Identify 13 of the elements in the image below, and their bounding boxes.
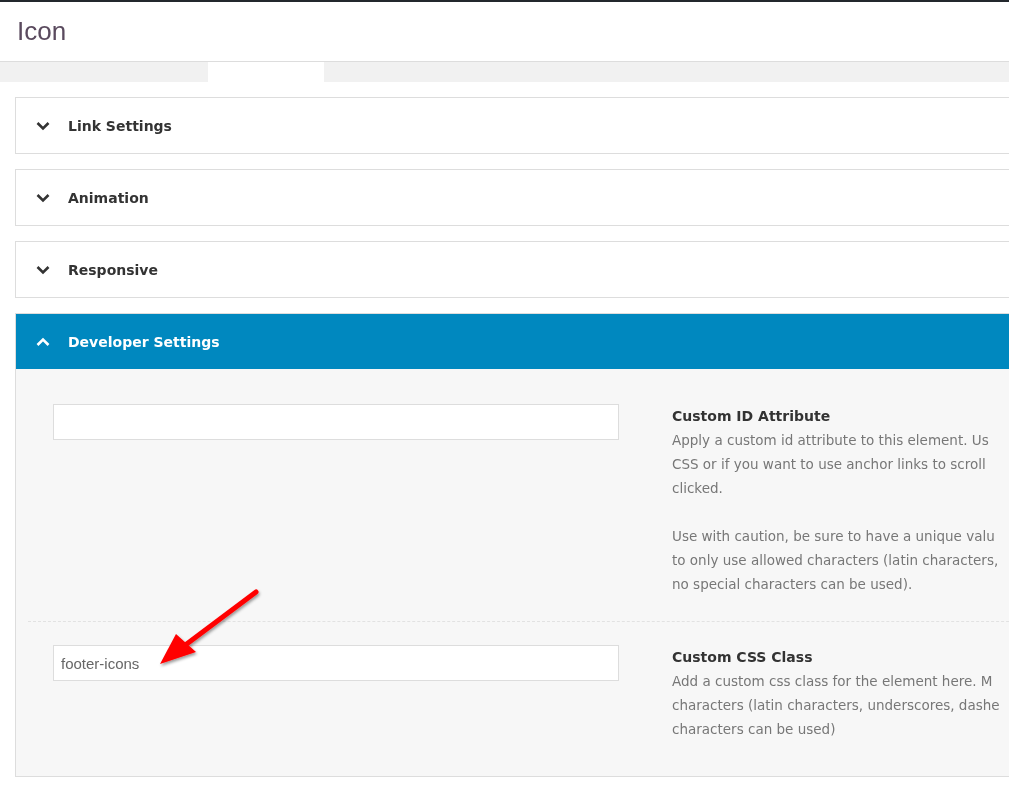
panel-title: Icon (17, 16, 67, 47)
field-label: Custom ID Attribute (672, 407, 832, 426)
chevron-icon (36, 120, 50, 131)
chevron-icon (36, 336, 50, 347)
text-input[interactable] (53, 404, 619, 440)
text-input[interactable]: footer-icons (53, 645, 619, 681)
field-description: Add a custom css class for the element here. M characters (latin characters, underscores, dashe characters can be used) (672, 672, 1001, 739)
chevron-icon (36, 264, 50, 275)
field-description: Apply a custom id attribute to this element. Us CSS or if you want to use anchor links to scroll clicked. (672, 431, 990, 498)
field-label: Custom CSS Class (672, 648, 814, 667)
accordion-header[interactable]: Developer Settings (16, 314, 1009, 369)
field-description: Use with caution, be sure to have a unique valu to only use allowed characters (latin characters, no special characters can be used). (672, 527, 1000, 594)
chevron-icon (36, 192, 50, 203)
